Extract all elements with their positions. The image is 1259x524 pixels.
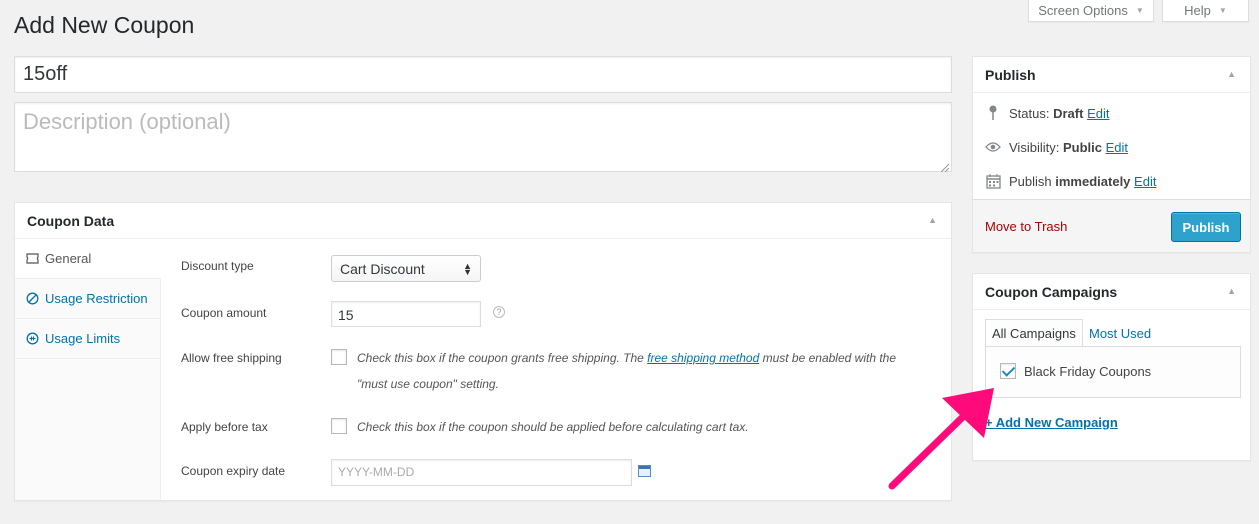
list-item[interactable]: Black Friday Coupons <box>1000 363 1151 379</box>
discount-type-label: Discount type <box>181 259 254 273</box>
free-shipping-desc-line2: "must use coupon" setting. <box>357 377 499 391</box>
publish-title: Publish <box>985 67 1036 83</box>
free-shipping-label: Allow free shipping <box>181 351 282 365</box>
tab-usage-restriction-label: Usage Restriction <box>45 291 148 306</box>
free-shipping-description: Check this box if the coupon grants free… <box>357 345 957 397</box>
status-value: Draft <box>1053 105 1084 121</box>
coupon-data-box: Coupon Data ▲ General Usage Restriction … <box>14 202 952 501</box>
discount-type-select[interactable]: Cart Discount ▲ ▼ <box>331 255 481 282</box>
screen-options-label: Screen Options <box>1038 3 1128 18</box>
tab-usage-limits[interactable]: Usage Limits <box>15 319 160 359</box>
visibility-value: Public <box>1062 139 1102 155</box>
campaign-checkbox[interactable] <box>1000 363 1016 379</box>
move-to-trash-link[interactable]: Move to Trash <box>985 219 1067 234</box>
tab-most-used[interactable]: Most Used <box>1083 319 1157 347</box>
pin-icon <box>985 105 1001 121</box>
page-title: Add New Coupon <box>14 12 195 38</box>
discount-type-value: Cart Discount <box>340 260 425 277</box>
caret-down-icon: ▼ <box>1218 6 1227 15</box>
tab-usage-restriction[interactable]: Usage Restriction <box>15 279 160 319</box>
status-label: Status: <box>1009 105 1050 121</box>
collapse-arrow-icon[interactable]: ▲ <box>1227 69 1236 79</box>
calendar-icon[interactable] <box>638 465 651 477</box>
free-shipping-desc-text: Check this box if the coupon grants free… <box>357 351 648 365</box>
publish-date-label: Publish <box>1009 173 1052 189</box>
coupon-campaigns-title: Coupon Campaigns <box>985 284 1118 300</box>
coupon-data-tabs: General Usage Restriction Usage Limits <box>15 239 161 500</box>
tab-general[interactable]: General <box>15 239 161 279</box>
coupon-data-title: Coupon Data <box>27 213 115 229</box>
eye-icon <box>985 139 1001 155</box>
visibility-label: Visibility: <box>1009 139 1060 155</box>
annotation-arrow-icon <box>888 388 994 490</box>
free-shipping-checkbox[interactable] <box>331 349 347 365</box>
campaign-label: Black Friday Coupons <box>1024 363 1152 379</box>
calendar-icon <box>985 173 1001 189</box>
free-shipping-method-link[interactable]: free shipping method <box>647 351 759 365</box>
publish-button[interactable]: Publish <box>1171 212 1241 242</box>
resize-grip-icon[interactable] <box>940 160 950 173</box>
edit-date-link[interactable]: Edit <box>1134 174 1156 189</box>
edit-visibility-link[interactable]: Edit <box>1106 140 1128 155</box>
expiry-date-label: Coupon expiry date <box>181 464 286 478</box>
coupon-code-input[interactable]: 15off <box>14 56 952 93</box>
help-button[interactable]: Help ▼ <box>1162 0 1249 22</box>
publish-actions: Move to Trash Publish <box>973 199 1250 252</box>
collapse-arrow-icon[interactable]: ▲ <box>1227 286 1236 296</box>
apply-before-tax-label: Apply before tax <box>181 420 268 434</box>
coupon-campaigns-box: Coupon Campaigns ▲ All Campaigns Most Us… <box>972 273 1251 461</box>
visibility-row: Visibility: Public Edit <box>985 139 1128 155</box>
apply-before-tax-description: Check this box if the coupon should be a… <box>357 420 749 434</box>
tab-usage-limits-label: Usage Limits <box>45 331 121 346</box>
free-shipping-desc-after: must be enabled with the <box>759 351 897 365</box>
campaign-list: Black Friday Coupons <box>985 346 1241 398</box>
ticket-icon <box>25 252 39 266</box>
screen-options-button[interactable]: Screen Options ▼ <box>1028 0 1154 22</box>
publish-header[interactable]: Publish ▲ <box>973 57 1250 93</box>
help-label: Help <box>1184 3 1211 18</box>
publish-date-value: immediately <box>1055 173 1131 189</box>
description-textarea[interactable]: Description (optional) <box>14 102 952 172</box>
publish-date-row: Publish immediately Edit <box>985 173 1156 189</box>
select-arrows-icon: ▲ ▼ <box>463 260 472 277</box>
expiry-date-input[interactable]: YYYY-MM-DD <box>331 459 632 486</box>
limit-icon <box>25 332 39 346</box>
apply-before-tax-checkbox[interactable] <box>331 418 347 434</box>
coupon-campaigns-header[interactable]: Coupon Campaigns ▲ <box>973 274 1250 310</box>
help-tip-icon[interactable]: ? <box>493 306 505 318</box>
coupon-amount-label: Coupon amount <box>181 306 267 320</box>
collapse-arrow-icon[interactable]: ▲ <box>928 215 937 225</box>
ban-icon <box>25 292 39 306</box>
coupon-amount-input[interactable]: 15 <box>331 301 481 327</box>
edit-status-link[interactable]: Edit <box>1087 106 1109 121</box>
add-new-campaign-link[interactable]: + Add New Campaign <box>985 415 1118 430</box>
status-row: Status: Draft Edit <box>985 105 1109 121</box>
caret-down-icon: ▼ <box>1135 6 1144 15</box>
publish-box: Publish ▲ Status: Draft Edit Visibility:… <box>972 56 1251 253</box>
tab-general-label: General <box>45 251 92 266</box>
coupon-data-header[interactable]: Coupon Data ▲ <box>15 203 951 239</box>
tab-all-campaigns[interactable]: All Campaigns <box>985 319 1083 347</box>
